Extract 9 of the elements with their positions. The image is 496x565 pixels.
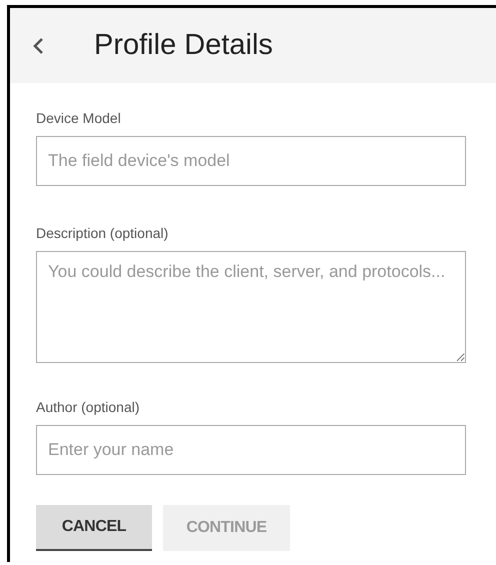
input-field[interactable]: Enter your name <box>36 425 466 475</box>
cancel-button[interactable]: CANCEL <box>36 505 152 551</box>
page-title: Profile Details <box>94 29 273 62</box>
input-field[interactable]: The field device's model <box>36 136 466 186</box>
field-label: Author (optional) <box>36 399 141 415</box>
text-area[interactable]: You could describe the client, server, and protocols... <box>36 251 466 363</box>
field-label: Device Model <box>36 110 122 126</box>
back-icon[interactable] <box>32 36 44 54</box>
field-label: Description (optional) <box>36 225 170 241</box>
